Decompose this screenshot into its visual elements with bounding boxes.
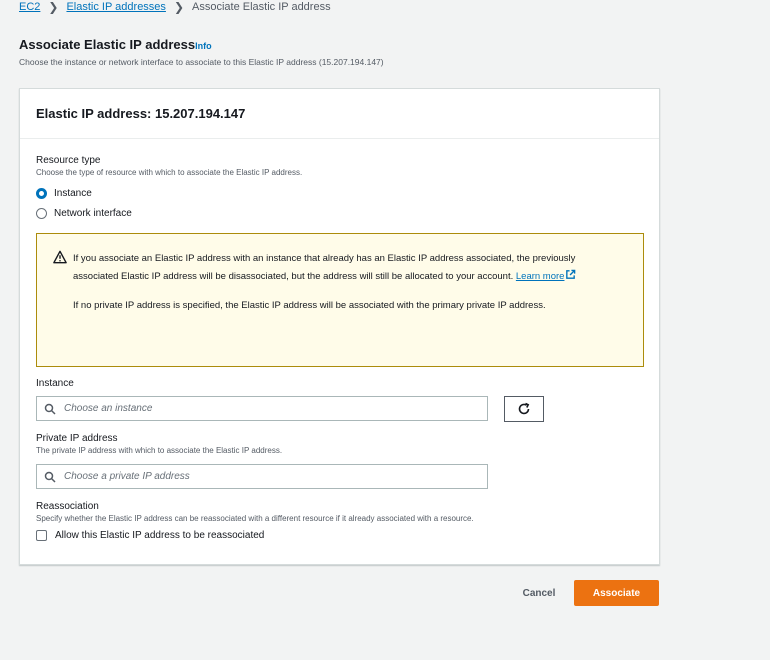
search-icon [44, 403, 56, 415]
instance-search-input[interactable]: Choose an instance [36, 396, 488, 421]
radio-unchecked-icon[interactable] [36, 207, 47, 219]
resource-type-options: Instance Network interface [36, 183, 302, 223]
associate-card: Elastic IP address: 15.207.194.147 Resou… [19, 88, 660, 565]
chevron-right-icon: ❯ [48, 0, 59, 14]
private-ip-hint: The private IP address with which to ass… [36, 446, 283, 455]
private-ip-section: Private IP address The private IP addres… [36, 433, 282, 455]
cancel-button[interactable]: Cancel [509, 580, 569, 606]
radio-network-interface-label: Network interface [54, 207, 132, 219]
radio-instance-label: Instance [54, 187, 92, 199]
breadcrumb-elastic-ip-link[interactable]: Elastic IP addresses [66, 1, 165, 13]
private-ip-label: Private IP address [36, 433, 118, 444]
reassociation-section: Reassociation Specify whether the Elasti… [36, 501, 474, 541]
breadcrumb-current: Associate Elastic IP address [192, 1, 331, 13]
private-ip-placeholder: Choose a private IP address [64, 471, 190, 482]
warning-alert: If you associate an Elastic IP address w… [36, 233, 644, 367]
reassociation-label: Reassociation [36, 501, 99, 512]
radio-network-interface[interactable]: Network interface [36, 203, 302, 223]
radio-instance[interactable]: Instance [36, 183, 302, 203]
breadcrumb: EC2 ❯ Elastic IP addresses ❯ Associate E… [19, 0, 331, 14]
reassociation-checkbox-label: Allow this Elastic IP address to be reas… [55, 530, 265, 541]
breadcrumb-ec2-link[interactable]: EC2 [19, 1, 40, 13]
alert-text-1: If you associate an Elastic IP address w… [73, 253, 576, 282]
resource-type-hint: Choose the type of resource with which t… [36, 168, 303, 177]
page-title-text: Associate Elastic IP address [19, 37, 196, 52]
private-ip-search-input[interactable]: Choose a private IP address [36, 464, 488, 489]
instance-label: Instance [36, 378, 74, 389]
associate-button[interactable]: Associate [574, 580, 659, 606]
reassociation-hint: Specify whether the Elastic IP address c… [36, 514, 474, 523]
refresh-icon [518, 402, 530, 415]
reassociation-checkbox-row[interactable]: Allow this Elastic IP address to be reas… [36, 530, 474, 541]
alert-paragraph-1: If you associate an Elastic IP address w… [73, 250, 623, 286]
radio-checked-icon[interactable] [36, 187, 47, 199]
external-link-icon[interactable] [565, 269, 576, 280]
page-title: Associate Elastic IP addressInfo [19, 37, 212, 52]
reassociation-checkbox[interactable] [36, 530, 47, 541]
search-icon [44, 471, 56, 483]
refresh-button[interactable] [504, 396, 544, 422]
resource-type-label: Resource type [36, 155, 101, 166]
warning-icon [53, 250, 67, 264]
alert-paragraph-2: If no private IP address is specified, t… [73, 300, 546, 311]
instance-section: Instance [36, 378, 74, 389]
card-header: Elastic IP address: 15.207.194.147 [20, 89, 659, 139]
learn-more-link[interactable]: Learn more [516, 271, 565, 282]
instance-placeholder: Choose an instance [64, 403, 153, 414]
chevron-right-icon: ❯ [173, 0, 184, 14]
info-link[interactable]: Info [195, 41, 212, 51]
page-description: Choose the instance or network interface… [19, 57, 384, 67]
resource-type-section: Resource type Choose the type of resourc… [36, 155, 302, 223]
